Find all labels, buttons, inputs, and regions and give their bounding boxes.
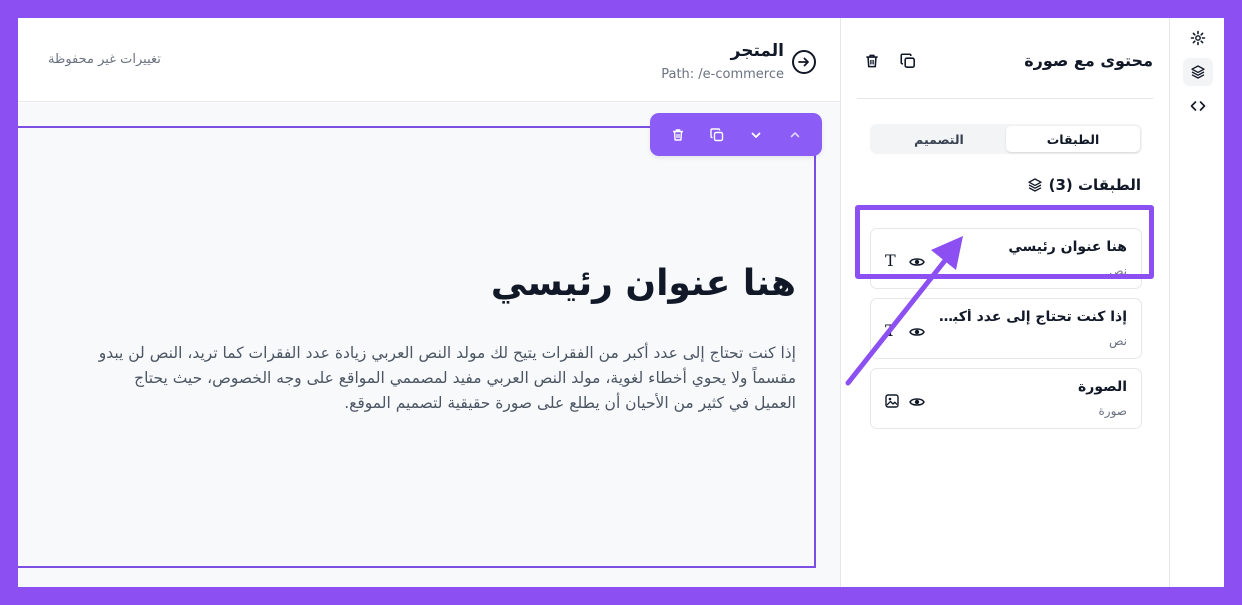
settings-button[interactable] <box>1183 24 1213 52</box>
panel-divider <box>857 98 1153 99</box>
visibility-toggle[interactable] <box>909 393 925 412</box>
eye-icon <box>909 398 925 406</box>
editor-header: تغييرات غير محفوظة المتجر Path: /e-comme… <box>18 18 840 102</box>
layer-item[interactable]: الصورة صورة <box>870 368 1142 429</box>
duplicate-block-button[interactable] <box>703 121 731 149</box>
layers-header: الطبقات (3) <box>1027 176 1141 194</box>
chevron-up-icon <box>790 131 799 137</box>
layers-count-label: الطبقات (3) <box>1048 176 1141 194</box>
gear-icon <box>1190 30 1206 46</box>
trash-icon <box>672 128 683 141</box>
panel-title: محتوى مع صورة <box>1024 51 1153 70</box>
hero-paragraph[interactable]: إذا كنت تحتاج إلى عدد أكبر من الفقرات يت… <box>96 341 796 416</box>
back-button[interactable] <box>792 50 816 74</box>
panel-tabs: الطبقات التصميم <box>870 124 1142 154</box>
layers-icon <box>1027 178 1042 192</box>
visibility-toggle[interactable] <box>909 323 925 342</box>
layers-button[interactable] <box>1183 58 1213 86</box>
editor-canvas: هنا عنوان رئيسي إذا كنت تحتاج إلى عدد أك… <box>18 103 840 587</box>
arrow-circle-right-icon <box>798 57 809 67</box>
block-toolbar <box>650 113 822 156</box>
side-rail <box>1169 18 1224 587</box>
layer-item[interactable]: إذا كنت تحتاج إلى عدد أكبر من الفقرات نص… <box>870 298 1142 359</box>
copy-icon <box>900 53 915 68</box>
tab-layers[interactable]: الطبقات <box>1006 126 1140 152</box>
layer-name: الصورة <box>1078 379 1127 395</box>
image-icon <box>885 393 899 412</box>
copy-icon <box>709 127 723 141</box>
hero-heading[interactable]: هنا عنوان رئيسي <box>491 263 796 304</box>
layers-icon <box>1191 65 1205 79</box>
text-type-icon: T <box>885 321 896 340</box>
layer-type: نص <box>1108 334 1127 348</box>
trash-icon <box>866 54 878 68</box>
tab-design[interactable]: التصميم <box>872 126 1006 152</box>
delete-section-button[interactable] <box>863 52 881 74</box>
code-icon <box>1190 101 1206 111</box>
chevron-down-icon <box>751 132 760 138</box>
unsaved-changes-label: تغييرات غير محفوظة <box>48 52 161 67</box>
code-button[interactable] <box>1183 92 1213 120</box>
layer-type: صورة <box>1098 404 1127 418</box>
page-title: المتجر <box>730 41 784 61</box>
duplicate-section-button[interactable] <box>899 52 917 74</box>
move-block-up-button[interactable] <box>781 121 809 149</box>
layer-name: إذا كنت تحتاج إلى عدد أكبر من الفقرات <box>937 309 1127 325</box>
move-block-down-button[interactable] <box>742 121 770 149</box>
app-window: تغييرات غير محفوظة المتجر Path: /e-comme… <box>18 18 1224 587</box>
delete-block-button[interactable] <box>664 121 692 149</box>
properties-panel: محتوى مع صورة الطبقات التصميم الطبقات (3… <box>840 18 1169 587</box>
page-path: Path: /e-commerce <box>661 67 784 82</box>
layer-highlight-annotation <box>855 205 1154 279</box>
eye-icon <box>909 328 925 336</box>
